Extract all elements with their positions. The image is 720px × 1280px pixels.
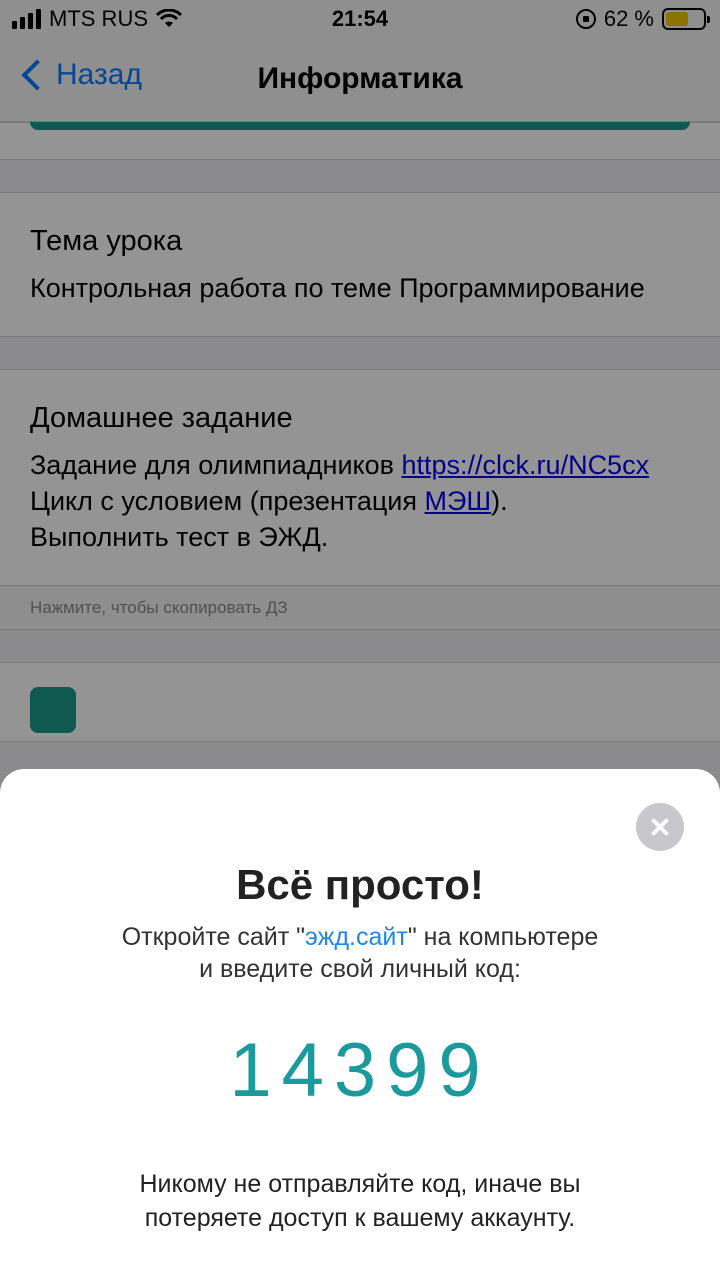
personal-code: 14399 [229, 1028, 491, 1113]
instructions-line2: и введите свой личный код: [199, 955, 521, 983]
site-link[interactable]: эжд.сайт [305, 923, 408, 951]
code-sheet: Всё просто! Откройте сайт "эжд.сайт" на … [0, 769, 720, 1280]
sheet-instructions: Откройте сайт "эжд.сайт" на компьютере и… [0, 921, 720, 985]
close-button[interactable] [636, 803, 684, 851]
security-warning: Никому не отправляйте код, иначе вы поте… [0, 1167, 720, 1235]
sheet-title: Всё просто! [236, 861, 484, 908]
instructions-after: " на компьютере [407, 923, 599, 951]
warning-line1: Никому не отправляйте код, иначе вы [139, 1170, 581, 1198]
warning-line2: потеряете доступ к вашему аккаунту. [144, 1204, 576, 1232]
instructions-before: Откройте сайт " [121, 923, 305, 951]
